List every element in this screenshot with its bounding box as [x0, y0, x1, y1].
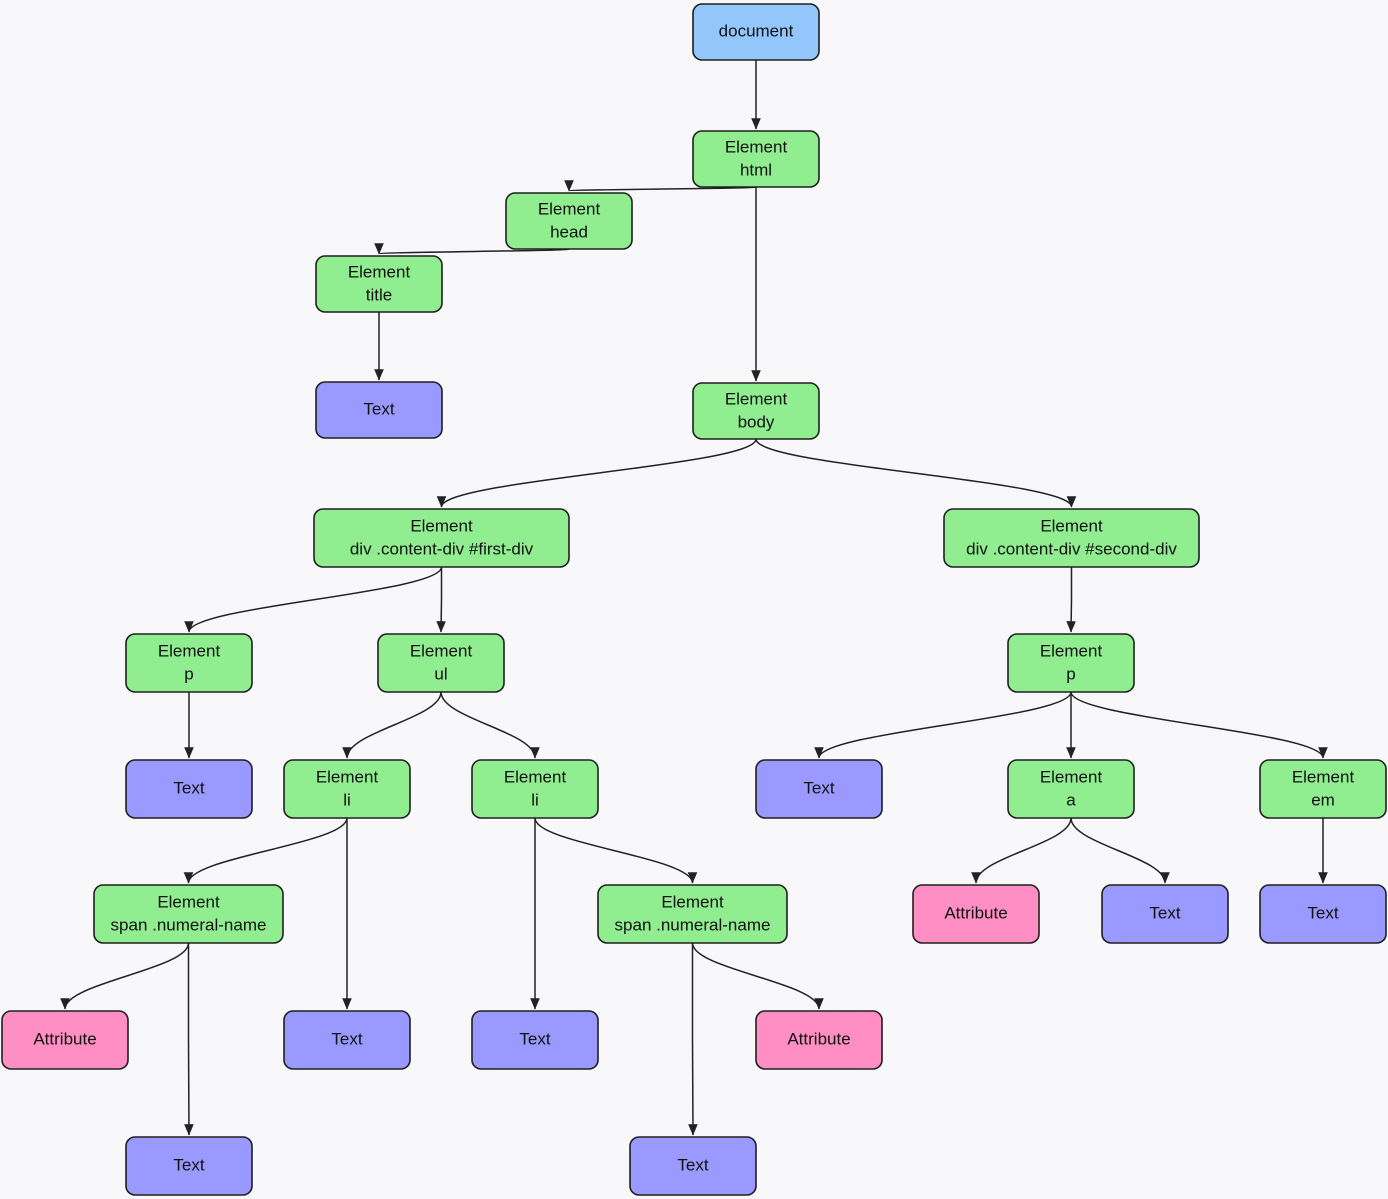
node-label-line1-li1-text: Text — [331, 1029, 362, 1048]
edge-a-to-a-text — [1070, 817, 1170, 884]
tree-canvas: document Element html Element head Element tit… — [1, 3, 1387, 1196]
node-head[interactable]: Element head — [505, 192, 633, 250]
node-title[interactable]: Element title — [315, 255, 443, 313]
node-span1-attr[interactable]: Attribute — [1, 1010, 129, 1070]
edge-body-to-div2 — [755, 438, 1077, 508]
node-document[interactable]: document — [692, 3, 820, 61]
node-label-line1-div2: Element — [1040, 516, 1103, 535]
node-label-line1-p1-text: Text — [173, 778, 204, 797]
node-label-line2-div2: div .content-div #second-div — [966, 539, 1177, 558]
node-a-text[interactable]: Text — [1101, 884, 1229, 944]
node-em-text[interactable]: Text — [1259, 884, 1387, 944]
node-li1-text[interactable]: Text — [283, 1010, 411, 1070]
node-label-line1-span1-text: Text — [173, 1155, 204, 1174]
edge-li1-to-span1 — [183, 817, 348, 884]
edge-li2-to-span2 — [534, 817, 698, 884]
node-label-line1-document: document — [719, 21, 794, 40]
node-label-line1-head: Element — [538, 199, 601, 218]
node-label-line2-body: body — [738, 412, 775, 431]
edge-a-to-a-attr — [971, 817, 1072, 884]
node-label-line1-title: Element — [348, 262, 411, 281]
dom-tree-diagram: document Element html Element head Element tit… — [0, 0, 1388, 1199]
node-label-line1-title-text: Text — [363, 399, 394, 418]
node-label-line2-div1: div .content-div #first-div — [350, 539, 534, 558]
edge-body-to-div1 — [436, 438, 757, 508]
node-label-line1-span2-attr: Attribute — [787, 1029, 850, 1048]
node-label-line1-li2-text: Text — [519, 1029, 550, 1048]
node-label-line1-body: Element — [725, 389, 788, 408]
node-label-line2-em: em — [1311, 790, 1335, 809]
node-span1[interactable]: Element span .numeral-name — [93, 884, 284, 944]
node-em[interactable]: Element em — [1259, 759, 1387, 819]
node-label-line1-ul: Element — [410, 641, 473, 660]
node-span2-text[interactable]: Text — [629, 1136, 757, 1196]
node-label-line1-p2: Element — [1040, 641, 1103, 660]
node-p2[interactable]: Element p — [1007, 633, 1135, 693]
node-label-line2-p1: p — [184, 664, 193, 683]
node-label-line1-span2: Element — [661, 892, 724, 911]
node-label-line2-title: title — [366, 285, 392, 304]
edge-p2-to-em — [1070, 691, 1328, 759]
node-label-line2-p2: p — [1066, 664, 1075, 683]
node-label-line2-span2: span .numeral-name — [615, 915, 771, 934]
node-label-line1-em-text: Text — [1307, 903, 1338, 922]
edge-div1-to-ul — [436, 567, 446, 633]
edge-span1-to-span1-text — [184, 943, 194, 1136]
node-label-line1-li2: Element — [504, 767, 567, 786]
nodes-layer: document Element html Element head Element tit… — [1, 3, 1387, 1196]
node-label-line1-a-text: Text — [1149, 903, 1180, 922]
edge-div1-to-p1 — [184, 566, 443, 633]
edge-span1-to-span1-attr — [60, 942, 190, 1010]
node-label-line1-p2-text: Text — [803, 778, 834, 797]
node-label-line2-ul: ul — [434, 664, 447, 683]
node-label-line2-head: head — [550, 222, 588, 241]
edge-ul-to-li1 — [342, 691, 442, 759]
node-label-line1-html: Element — [725, 137, 788, 156]
node-label-line1-span2-text: Text — [677, 1155, 708, 1174]
node-p1[interactable]: Element p — [125, 633, 253, 693]
edge-ul-to-li2 — [440, 691, 540, 759]
node-li2[interactable]: Element li — [471, 759, 599, 819]
node-span1-text[interactable]: Text — [125, 1136, 253, 1196]
node-label-line2-a: a — [1066, 790, 1076, 809]
node-a[interactable]: Element a — [1007, 759, 1135, 819]
node-label-line1-span1-attr: Attribute — [33, 1029, 96, 1048]
edge-div2-to-p2 — [1066, 567, 1076, 633]
node-label-line1-a-attr: Attribute — [944, 903, 1007, 922]
node-label-line1-a: Element — [1040, 767, 1103, 786]
node-div1[interactable]: Element div .content-div #first-div — [313, 508, 570, 568]
node-label-line1-li1: Element — [316, 767, 379, 786]
edge-span2-to-span2-attr — [691, 942, 824, 1010]
node-label-line1-span1: Element — [157, 892, 220, 911]
node-span2[interactable]: Element span .numeral-name — [597, 884, 788, 944]
node-label-line2-li1: li — [343, 790, 351, 809]
node-label-line1-div1: Element — [410, 516, 473, 535]
node-label-line2-span1: span .numeral-name — [111, 915, 267, 934]
node-div2[interactable]: Element div .content-div #second-div — [943, 508, 1200, 568]
node-span2-attr[interactable]: Attribute — [755, 1010, 883, 1070]
node-a-attr[interactable]: Attribute — [912, 884, 1040, 944]
node-li1[interactable]: Element li — [283, 759, 411, 819]
node-label-line2-html: html — [740, 160, 772, 179]
edges-layer — [60, 60, 1328, 1136]
node-label-line1-em: Element — [1292, 767, 1355, 786]
node-title-text[interactable]: Text — [315, 381, 443, 439]
node-body[interactable]: Element body — [692, 382, 820, 440]
edge-p2-to-p2-text — [814, 691, 1072, 759]
node-p1-text[interactable]: Text — [125, 759, 253, 819]
node-ul[interactable]: Element ul — [377, 633, 505, 693]
node-li2-text[interactable]: Text — [471, 1010, 599, 1070]
edge-span2-to-span2-text — [688, 943, 698, 1136]
node-html[interactable]: Element html — [692, 130, 820, 188]
node-label-line1-p1: Element — [158, 641, 221, 660]
node-p2-text[interactable]: Text — [755, 759, 883, 819]
node-label-line2-li2: li — [531, 790, 539, 809]
